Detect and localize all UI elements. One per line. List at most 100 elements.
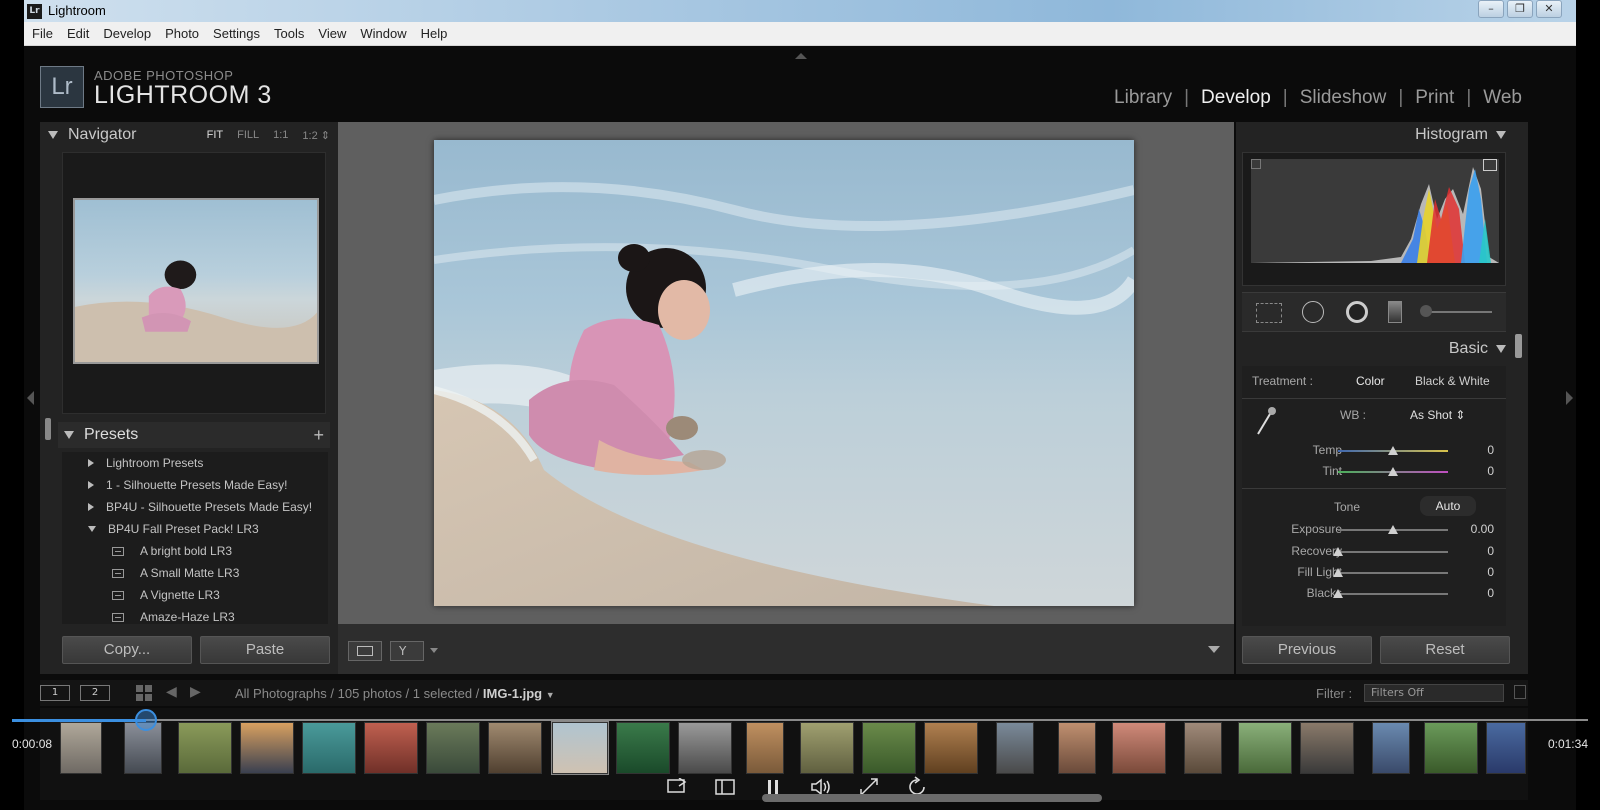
zoom-fill[interactable]: FILL xyxy=(237,129,259,142)
recovery-value[interactable]: 0 xyxy=(1454,544,1494,558)
histogram-header[interactable]: Histogram xyxy=(1415,126,1506,144)
filmstrip-thumbnail[interactable] xyxy=(60,722,102,774)
filmstrip-thumbnail[interactable] xyxy=(302,722,356,774)
menu-file[interactable]: File xyxy=(32,26,53,41)
module-library[interactable]: Library xyxy=(1114,87,1172,109)
menu-window[interactable]: Window xyxy=(360,26,406,41)
menu-settings[interactable]: Settings xyxy=(213,26,260,41)
copy-settings-button[interactable]: Copy... xyxy=(62,636,192,664)
menu-photo[interactable]: Photo xyxy=(165,26,199,41)
zoom-1-2[interactable]: 1:2 ⇕ xyxy=(302,129,330,142)
filter-lock-icon[interactable] xyxy=(1514,685,1526,699)
tint-value[interactable]: 0 xyxy=(1454,464,1494,478)
preset-folder[interactable]: BP4U Fall Preset Pack! LR3 xyxy=(62,518,328,540)
exposure-slider[interactable] xyxy=(1338,525,1448,534)
tone-auto-button[interactable]: Auto xyxy=(1420,496,1476,516)
left-panel-toggle-icon[interactable] xyxy=(27,391,34,405)
slider-knob[interactable] xyxy=(1333,589,1343,598)
graduated-filter-icon[interactable] xyxy=(1388,301,1402,323)
source-menu-chevron-icon[interactable]: ▼ xyxy=(546,690,555,700)
filmstrip-thumbnail[interactable] xyxy=(1486,722,1526,774)
filmstrip-thumbnail[interactable] xyxy=(746,722,784,774)
filmstrip-thumbnail[interactable] xyxy=(996,722,1034,774)
filmstrip-thumbnail[interactable] xyxy=(616,722,670,774)
temp-value[interactable]: 0 xyxy=(1454,443,1494,457)
top-panel-toggle-icon[interactable] xyxy=(795,53,807,59)
filmstrip-thumbnail[interactable] xyxy=(862,722,916,774)
filmstrip-thumbnail[interactable] xyxy=(1058,722,1096,774)
collapse-triangle-icon[interactable] xyxy=(48,131,58,139)
slider-knob[interactable] xyxy=(1388,446,1398,455)
filmstrip-thumbnail[interactable] xyxy=(1238,722,1292,774)
filmstrip-thumbnail[interactable] xyxy=(240,722,294,774)
close-button[interactable]: ✕ xyxy=(1536,0,1562,18)
module-web[interactable]: Web xyxy=(1483,87,1522,109)
filmstrip-thumbnail[interactable] xyxy=(1184,722,1222,774)
highlight-clipping-icon[interactable] xyxy=(1483,159,1497,171)
expand-triangle-icon[interactable] xyxy=(88,459,94,467)
red-eye-icon[interactable] xyxy=(1346,301,1368,323)
filmstrip-source-path[interactable]: All Photographs / 105 photos / 1 selecte… xyxy=(235,686,555,701)
preset-folder[interactable]: BP4U - Silhouette Presets Made Easy! xyxy=(62,496,328,518)
recovery-slider[interactable] xyxy=(1333,547,1448,556)
before-after-view-button[interactable]: Y xyxy=(390,641,424,661)
temp-slider[interactable] xyxy=(1338,446,1448,455)
fill-light-value[interactable]: 0 xyxy=(1454,565,1494,579)
preset-folder[interactable]: 1 - Silhouette Presets Made Easy! xyxy=(62,474,328,496)
filmstrip-thumbnail[interactable] xyxy=(1300,722,1354,774)
filmstrip-scrollbar[interactable] xyxy=(762,794,1102,802)
toolbar-menu-chevron-icon[interactable] xyxy=(1208,646,1220,653)
grid-view-icon[interactable] xyxy=(136,685,152,701)
white-balance-eyedropper-icon[interactable] xyxy=(1256,406,1276,436)
filmstrip-thumbnail[interactable] xyxy=(800,722,854,774)
menu-help[interactable]: Help xyxy=(421,26,448,41)
previous-settings-button[interactable]: Previous xyxy=(1242,636,1372,664)
preset-item[interactable]: A Vignette LR3 xyxy=(62,584,328,606)
video-progress-handle[interactable] xyxy=(134,709,157,731)
exposure-value[interactable]: 0.00 xyxy=(1454,522,1494,536)
navigator-preview-image[interactable] xyxy=(73,198,319,364)
slider-knob[interactable] xyxy=(1388,467,1398,476)
secondary-display-button[interactable]: 2 xyxy=(80,685,110,701)
preset-folder[interactable]: Lightroom Presets xyxy=(62,452,328,474)
right-panel-scrollbar[interactable] xyxy=(1515,334,1522,358)
filmstrip-thumbnail[interactable] xyxy=(1372,722,1410,774)
zoom-fit[interactable]: FIT xyxy=(207,129,224,142)
filmstrip-thumbnail[interactable] xyxy=(426,722,480,774)
module-print[interactable]: Print xyxy=(1415,87,1454,109)
crop-overlay-icon[interactable] xyxy=(1256,303,1282,323)
filmstrip-thumbnail[interactable] xyxy=(1112,722,1166,774)
collapse-triangle-icon[interactable] xyxy=(64,431,74,439)
add-preset-icon[interactable]: + xyxy=(313,425,324,446)
menu-tools[interactable]: Tools xyxy=(274,26,304,41)
filmstrip-thumbnail[interactable] xyxy=(678,722,732,774)
theater-mode-icon[interactable] xyxy=(712,776,738,798)
treatment-bw-option[interactable]: Black & White xyxy=(1415,374,1490,388)
wb-select[interactable]: As Shot ⇕ xyxy=(1410,408,1465,422)
navigator-header[interactable]: Navigator FIT FILL 1:1 1:2 ⇕ xyxy=(40,122,338,148)
filmstrip-thumbnail[interactable] xyxy=(488,722,542,774)
minimize-button[interactable]: – xyxy=(1478,0,1504,18)
basic-header[interactable]: Basic xyxy=(1449,340,1506,358)
fill-light-slider[interactable] xyxy=(1333,568,1448,577)
loupe-view-button[interactable] xyxy=(348,641,382,661)
filmstrip-thumbnail[interactable] xyxy=(924,722,978,774)
primary-display-button[interactable]: 1 xyxy=(40,685,70,701)
maximize-button[interactable]: ❐ xyxy=(1507,0,1533,18)
collapse-triangle-icon[interactable] xyxy=(1496,131,1506,139)
expand-triangle-icon[interactable] xyxy=(88,481,94,489)
menu-develop[interactable]: Develop xyxy=(103,26,151,41)
cast-icon[interactable] xyxy=(664,776,690,798)
menu-edit[interactable]: Edit xyxy=(67,26,89,41)
view-options-chevron-icon[interactable] xyxy=(430,648,438,653)
back-arrow-icon[interactable]: ◀ xyxy=(166,684,177,700)
blacks-value[interactable]: 0 xyxy=(1454,586,1494,600)
spot-removal-icon[interactable] xyxy=(1302,301,1324,323)
paste-settings-button[interactable]: Paste xyxy=(200,636,330,664)
preset-item[interactable]: A bright bold LR3 xyxy=(62,540,328,562)
collapse-triangle-icon[interactable] xyxy=(1496,345,1506,353)
video-progress-track[interactable] xyxy=(12,719,1588,721)
main-photo[interactable] xyxy=(434,140,1134,606)
shadow-clipping-icon[interactable] xyxy=(1251,159,1261,169)
filter-select[interactable]: Filters Off xyxy=(1364,684,1504,702)
